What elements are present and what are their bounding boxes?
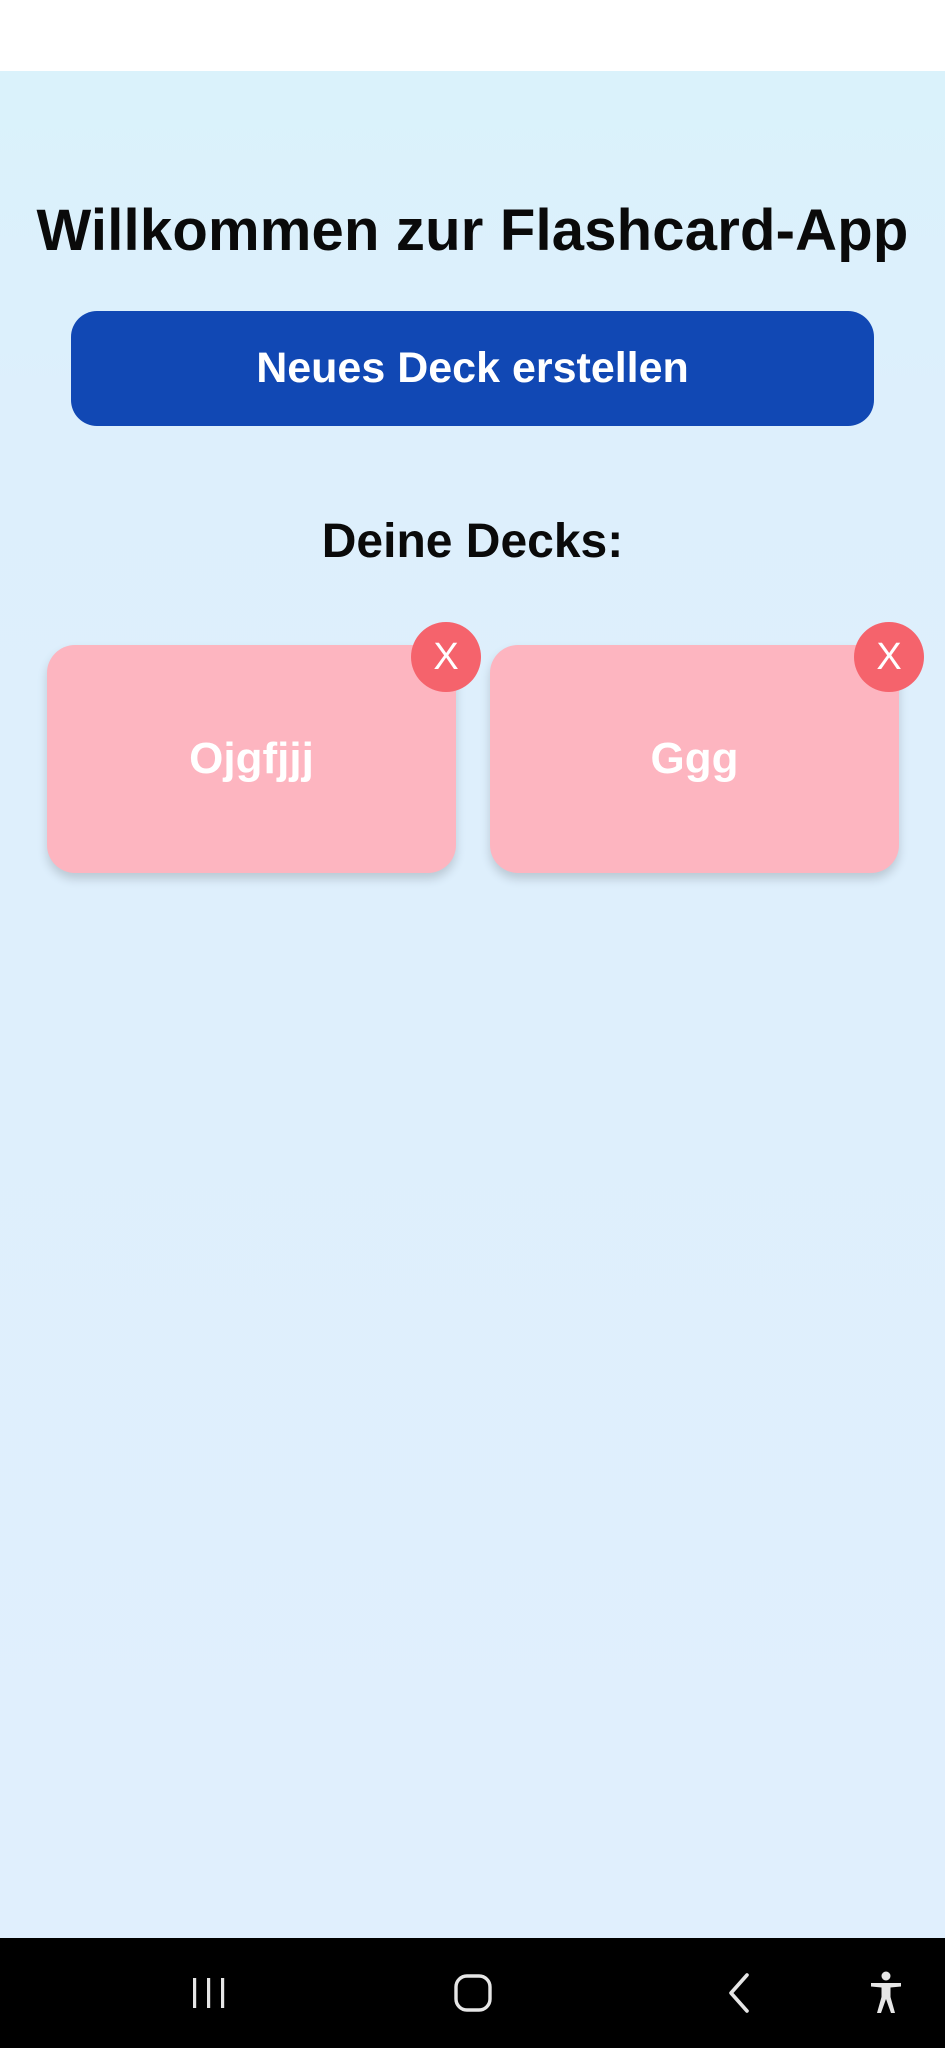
new-deck-button[interactable]: Neues Deck erstellen <box>71 311 874 426</box>
deck-card[interactable]: Ojgfjjj X <box>47 622 481 873</box>
deck-name: Ggg <box>650 734 739 783</box>
back-icon[interactable] <box>684 1938 794 2048</box>
deck-card[interactable]: Ggg X <box>490 622 924 873</box>
accessibility-icon[interactable] <box>831 1938 941 2048</box>
navigation-bar <box>0 1938 945 2048</box>
deck-name: Ojgfjjj <box>189 734 314 783</box>
recent-apps-icon[interactable] <box>154 1938 264 2048</box>
home-icon[interactable] <box>418 1938 528 2048</box>
decks-heading: Deine Decks: <box>321 515 624 568</box>
status-bar <box>0 0 945 71</box>
delete-deck-button[interactable]: X <box>854 622 924 692</box>
app-screen: Willkommen zur Flashcard-App Neues Deck … <box>0 71 945 1938</box>
page-title: Willkommen zur Flashcard-App <box>36 198 909 263</box>
delete-deck-button[interactable]: X <box>411 622 481 692</box>
